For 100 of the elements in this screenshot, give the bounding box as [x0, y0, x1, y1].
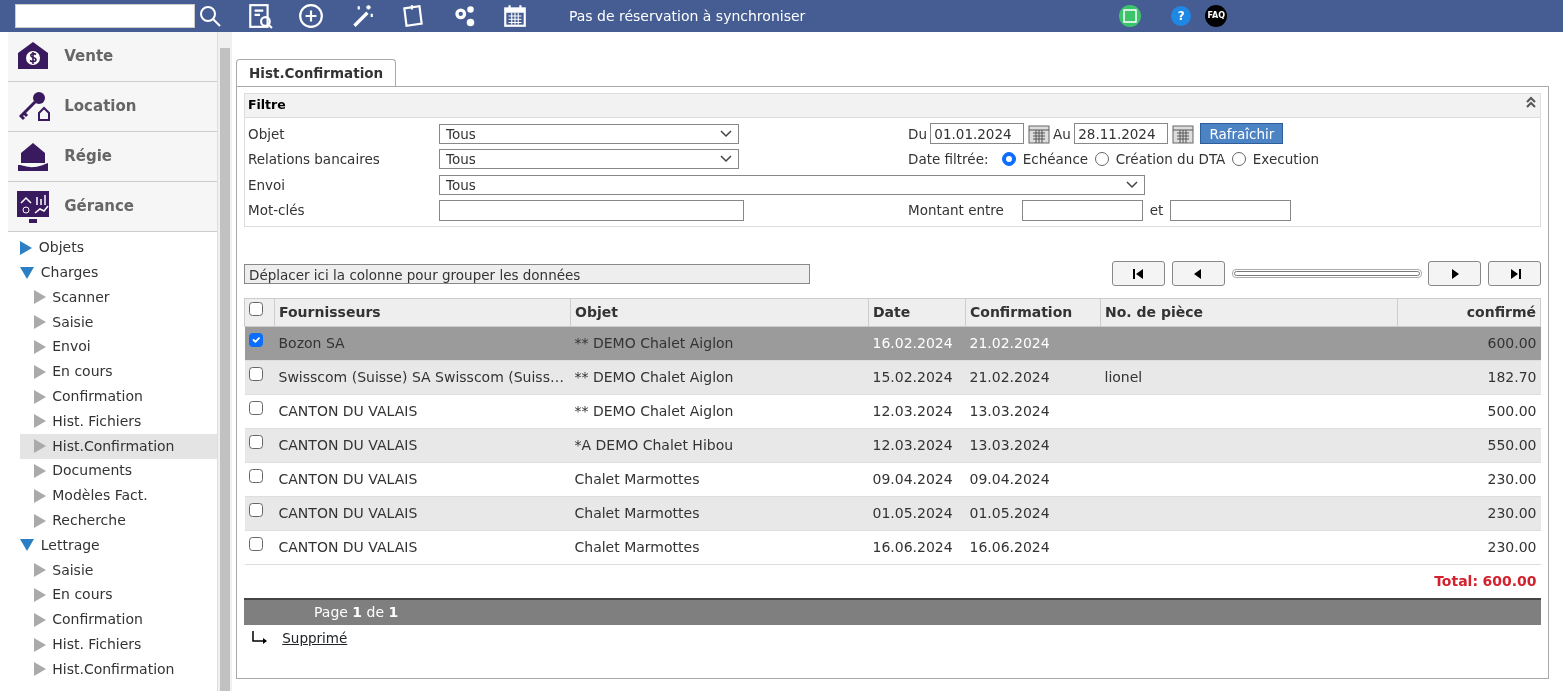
tree-item[interactable]: Documents [20, 458, 217, 484]
tree-item[interactable]: Modèles Fact. [20, 483, 217, 509]
caret-icon [720, 129, 732, 138]
amount-field[interactable] [1170, 199, 1292, 221]
field-label: Envoi [248, 175, 287, 195]
tree-item[interactable]: Hist.Confirmation [20, 433, 217, 459]
field-label: Objet [248, 124, 286, 144]
calendar-icon[interactable] [502, 3, 529, 29]
calendar-icon[interactable] [1171, 123, 1194, 144]
return-arrow-icon [250, 630, 269, 647]
field-label: Mot-clés [248, 201, 306, 221]
radio-label: Echéance [1022, 150, 1089, 170]
table-cell: 550.00 [1397, 428, 1541, 463]
field-label: Montant entre [908, 201, 1005, 221]
help-button[interactable]: ? [1171, 6, 1192, 26]
caret-icon [720, 155, 732, 164]
field-label: et [1149, 201, 1164, 221]
search-icon[interactable] [198, 4, 223, 28]
tree-item[interactable]: Lettrage [40, 534, 100, 556]
column-header[interactable]: Objet [570, 298, 869, 327]
table-cell: 09.04.2024 [868, 462, 966, 497]
dashboard-icon [14, 188, 51, 225]
dropdown[interactable]: Tous [439, 149, 739, 170]
date-field[interactable]: 01.01.2024 [930, 123, 1025, 145]
table-cell: ** DEMO Chalet Aiglon [570, 326, 869, 361]
column-header[interactable]: No. de pièce [1100, 298, 1398, 327]
row-checkbox[interactable] [248, 503, 263, 517]
module-tab[interactable]: Régie [8, 132, 217, 182]
report-search-icon[interactable] [247, 3, 274, 29]
tree-item[interactable]: Scanner [20, 284, 217, 310]
table-cell: CANTON DU VALAIS [274, 496, 571, 531]
last-page-button[interactable] [1488, 261, 1541, 286]
row-checkbox[interactable] [248, 367, 263, 381]
column-header[interactable]: Confirmation [965, 298, 1101, 327]
table-cell: 16.02.2024 [868, 326, 966, 361]
column-header[interactable]: confirmé [1397, 298, 1541, 327]
row-checkbox[interactable] [248, 333, 263, 347]
tree-item[interactable]: Envoi [20, 334, 217, 360]
row-checkbox[interactable] [248, 537, 263, 551]
column-header[interactable]: Fournisseurs [274, 298, 571, 327]
tab[interactable]: Hist.Confirmation [236, 59, 397, 87]
table-cell: Swisscom (Suisse) SA Swisscom (Suiss… [274, 360, 571, 395]
module-tab[interactable]: Gérance [8, 182, 217, 232]
amount-field[interactable] [1022, 199, 1143, 221]
next-page-button[interactable] [1428, 261, 1482, 286]
deleted-link[interactable]: Supprimé [282, 628, 348, 649]
radio-button[interactable] [1094, 152, 1109, 167]
row-checkbox[interactable] [248, 435, 263, 449]
tree-item[interactable]: Recherche [20, 508, 217, 533]
row-checkbox[interactable] [248, 469, 263, 483]
dropdown[interactable]: Tous [439, 174, 1145, 195]
tree-toggle-icon[interactable] [20, 539, 34, 552]
calendar-icon[interactable] [1027, 123, 1050, 144]
table-cell: Chalet Marmottes [570, 496, 869, 531]
triangle-icon [33, 488, 46, 503]
table-cell: 13.03.2024 [965, 394, 1101, 429]
date-field[interactable]: 28.11.2024 [1074, 123, 1169, 145]
select-all-checkbox[interactable] [249, 302, 263, 316]
table-cell: 21.02.2024 [965, 326, 1101, 361]
keyword-field[interactable] [439, 199, 744, 221]
fullscreen-icon[interactable] [1119, 5, 1142, 27]
tree-item[interactable]: En cours [20, 582, 217, 608]
first-page-button[interactable] [1112, 261, 1165, 286]
module-label: Régie [64, 146, 113, 168]
filter-title: Filtre [248, 96, 286, 115]
faq-button[interactable]: FAQ [1205, 5, 1228, 27]
radio-label: Création du DTA [1115, 150, 1226, 170]
module-tab[interactable]: Location [8, 82, 217, 132]
tree-item[interactable]: Saisie [20, 557, 217, 583]
module-tab[interactable]: Vente [8, 32, 217, 82]
dropdown[interactable]: Tous [439, 123, 739, 144]
search-field[interactable] [15, 4, 195, 28]
collapse-icon[interactable] [1525, 96, 1537, 109]
table-cell: 16.06.2024 [965, 530, 1101, 565]
triangle-icon [33, 439, 46, 454]
field-label: Du [908, 124, 927, 144]
previous-page-button[interactable] [1171, 261, 1225, 286]
add-icon[interactable] [298, 3, 325, 29]
tree-item[interactable]: Hist. Fichiers [20, 632, 217, 657]
tree-item[interactable]: Confirmation [20, 607, 217, 633]
page-indicator: Page 1 de 1 [314, 604, 399, 620]
triangle-icon [33, 339, 46, 354]
tree-item[interactable]: Saisie [20, 309, 217, 335]
table-cell: 600.00 [1397, 326, 1541, 361]
scrollbar[interactable] [218, 32, 232, 691]
row-checkbox[interactable] [248, 401, 263, 415]
refresh-button[interactable]: Rafraîchir [1200, 123, 1284, 145]
tree-item[interactable]: Objets [38, 237, 84, 259]
table-cell: 21.02.2024 [965, 360, 1101, 395]
tree-item[interactable]: Hist.Confirmation [20, 656, 217, 682]
tree-toggle-icon[interactable] [20, 240, 32, 255]
tree-item[interactable]: En cours [20, 359, 217, 385]
triangle-icon [33, 662, 46, 677]
radio-button[interactable] [1002, 152, 1017, 167]
tree-toggle-icon[interactable] [20, 266, 34, 279]
column-header[interactable]: Date [868, 298, 966, 327]
triangle-icon [33, 463, 46, 478]
tree-item[interactable]: Charges [40, 262, 99, 284]
tree-item[interactable]: Confirmation [20, 384, 217, 409]
radio-button[interactable] [1232, 152, 1247, 167]
